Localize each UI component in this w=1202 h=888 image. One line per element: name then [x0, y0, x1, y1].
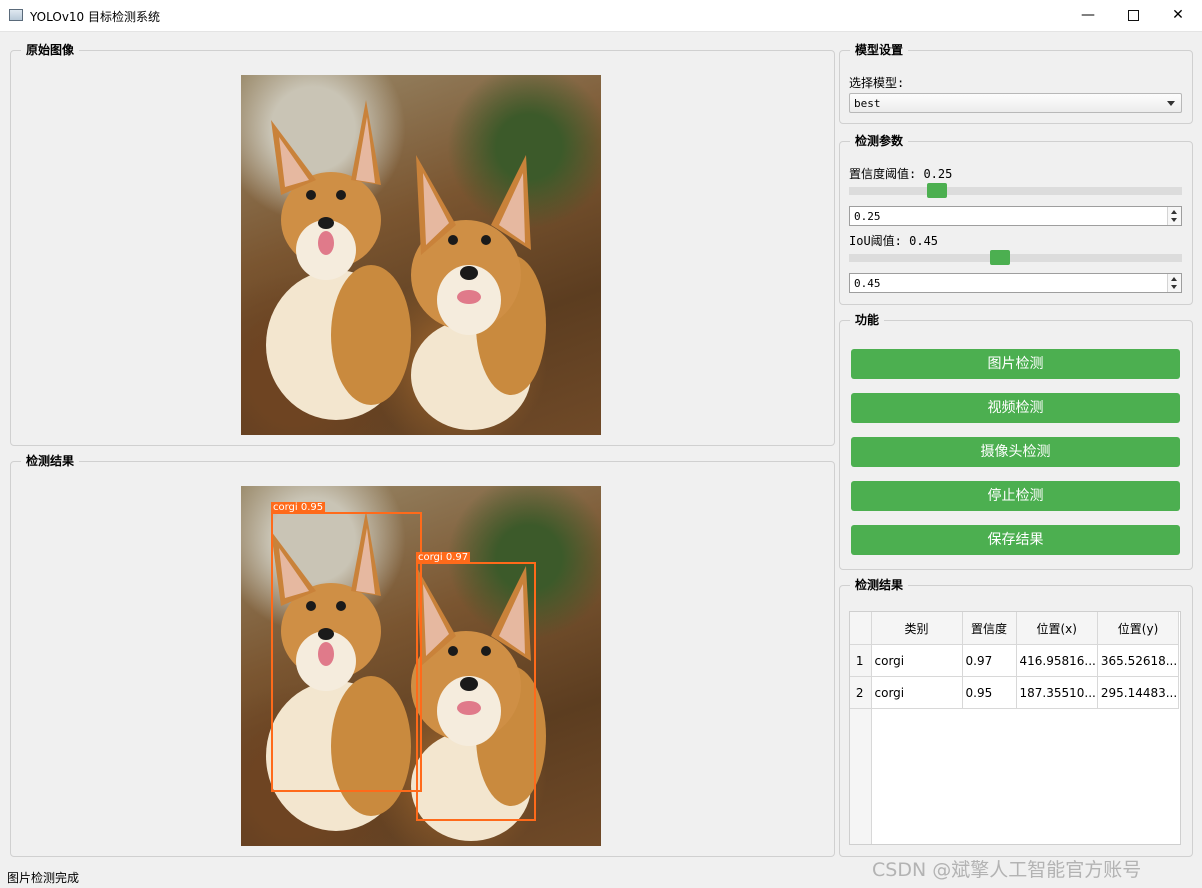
slider-handle[interactable]: [927, 183, 947, 198]
detect-params-title: 检测参数: [850, 133, 909, 149]
table-row[interactable]: 1 corgi 0.97 416.95816... 365.52618...: [850, 644, 1180, 677]
chevron-down-icon: [1167, 101, 1175, 106]
corner-header[interactable]: [850, 612, 872, 645]
confidence-slider[interactable]: [849, 180, 1182, 202]
cell-x[interactable]: 187.35510...: [1016, 676, 1098, 709]
cell-confidence[interactable]: 0.97: [962, 644, 1017, 677]
status-bar: 图片检测完成: [7, 871, 80, 885]
detection-box: corgi 0.97: [416, 552, 536, 821]
model-select-value: best: [854, 97, 881, 110]
confidence-value: 0.25: [854, 210, 881, 223]
slider-track: [849, 187, 1182, 195]
arrow-down-icon: [1171, 218, 1177, 222]
save-result-button[interactable]: 保存结果: [851, 525, 1180, 555]
column-header[interactable]: 位置(x): [1016, 612, 1098, 645]
model-select[interactable]: best: [849, 93, 1182, 113]
detection-box: corgi 0.95: [271, 502, 422, 792]
model-settings-title: 模型设置: [850, 42, 909, 58]
close-button[interactable]: ✕: [1155, 0, 1201, 31]
slider-handle[interactable]: [990, 250, 1010, 265]
results-table[interactable]: 类别 置信度 位置(x) 位置(y) 1 corgi 0.97 416.9581…: [849, 611, 1181, 845]
result-image: corgi 0.95 corgi 0.97: [241, 486, 601, 846]
original-image-title: 原始图像: [21, 42, 80, 58]
image-detect-button[interactable]: 图片检测: [851, 349, 1180, 379]
table-row[interactable]: 2 corgi 0.95 187.35510... 295.14483...: [850, 676, 1180, 709]
column-header[interactable]: 位置(y): [1097, 612, 1180, 645]
watermark: CSDN @斌擎人工智能官方账号: [872, 859, 1142, 881]
window-title: YOLOv10 目标检测系统: [30, 10, 161, 24]
original-image: [241, 75, 601, 435]
arrow-down-icon: [1171, 285, 1177, 289]
minimize-button[interactable]: —: [1065, 0, 1111, 31]
iou-slider[interactable]: [849, 247, 1182, 269]
camera-detect-button[interactable]: 摄像头检测: [851, 437, 1180, 467]
iou-spinbox[interactable]: 0.45: [849, 273, 1182, 293]
row-number[interactable]: 1: [850, 644, 872, 677]
iou-value: 0.45: [854, 277, 881, 290]
spin-buttons[interactable]: [1167, 274, 1181, 292]
arrow-up-icon: [1171, 210, 1177, 214]
column-header[interactable]: 置信度: [962, 612, 1017, 645]
spin-buttons[interactable]: [1167, 207, 1181, 225]
arrow-up-icon: [1171, 277, 1177, 281]
maximize-button[interactable]: [1110, 0, 1156, 31]
column-header[interactable]: 类别: [871, 612, 963, 645]
cell-y[interactable]: 365.52618...: [1097, 644, 1180, 677]
stop-detect-button[interactable]: 停止检测: [851, 481, 1180, 511]
detection-label: corgi 0.97: [416, 552, 471, 564]
cell-confidence[interactable]: 0.95: [962, 676, 1017, 709]
title-bar: YOLOv10 目标检测系统 — ✕: [0, 0, 1202, 32]
row-number[interactable]: 2: [850, 676, 872, 709]
cell-class[interactable]: corgi: [871, 644, 963, 677]
video-detect-button[interactable]: 视频检测: [851, 393, 1180, 423]
cell-y[interactable]: 295.14483...: [1097, 676, 1180, 709]
app-icon: [9, 9, 23, 21]
cell-class[interactable]: corgi: [871, 676, 963, 709]
model-select-label: 选择模型:: [849, 76, 905, 90]
slider-track: [849, 254, 1182, 262]
detection-label: corgi 0.95: [271, 502, 326, 514]
cell-x[interactable]: 416.95816...: [1016, 644, 1098, 677]
confidence-spinbox[interactable]: 0.25: [849, 206, 1182, 226]
detection-result-title: 检测结果: [21, 453, 80, 469]
functions-title: 功能: [850, 312, 885, 328]
maximize-icon: [1127, 9, 1139, 21]
results-table-title: 检测结果: [850, 577, 909, 593]
